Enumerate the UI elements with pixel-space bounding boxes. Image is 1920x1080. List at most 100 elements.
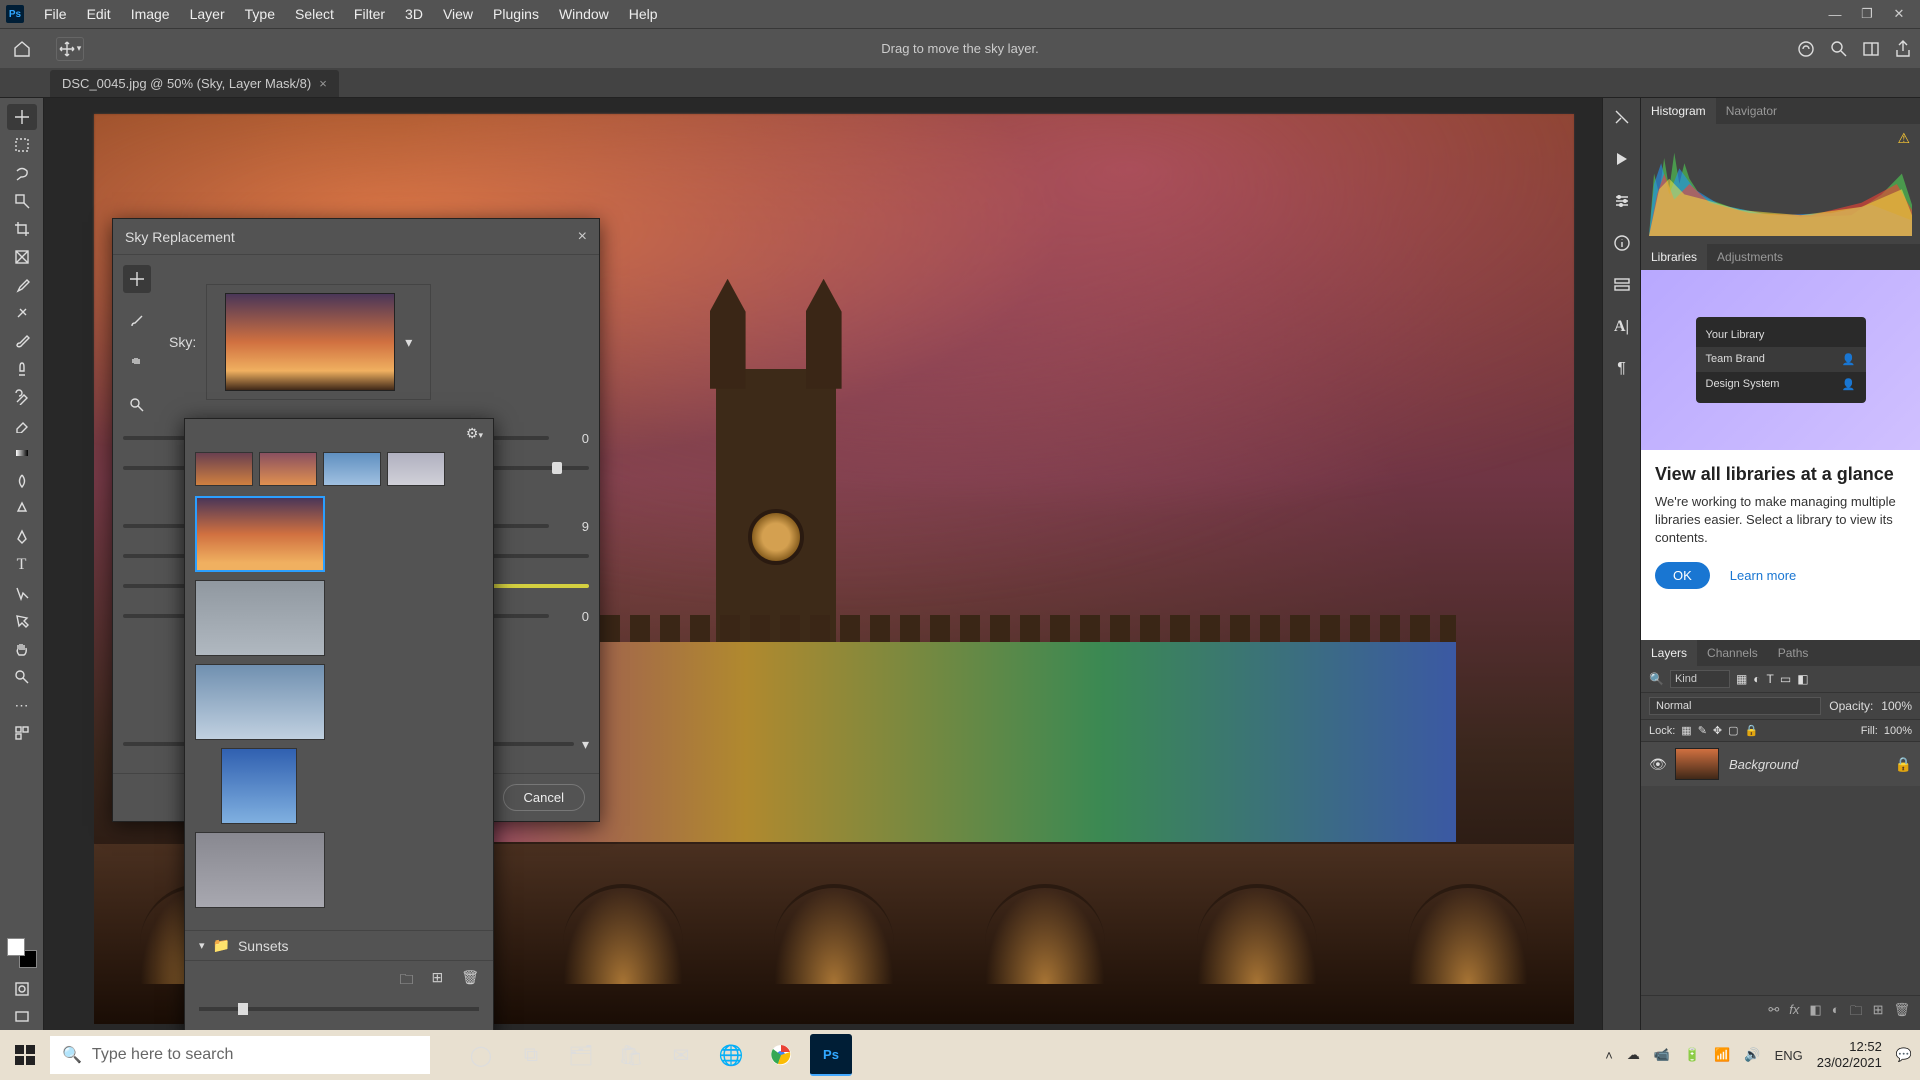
sky-thumb[interactable] [195, 452, 253, 486]
delete-sky-icon[interactable]: 🗑 [461, 969, 479, 993]
dodge-tool[interactable] [7, 496, 37, 522]
lock-icon[interactable]: 🔒 [1895, 756, 1912, 773]
paragraph-panel-icon[interactable]: ¶ [1617, 360, 1626, 378]
filter-smart-icon[interactable]: ◧ [1797, 672, 1808, 686]
filter-adjust-icon[interactable]: ◐ [1753, 672, 1760, 686]
menu-filter[interactable]: Filter [344, 6, 395, 22]
gear-icon[interactable]: ⚙▾ [466, 425, 483, 442]
sky-option[interactable] [221, 748, 297, 824]
eyedropper-tool[interactable] [7, 272, 37, 298]
filter-pixel-icon[interactable]: ▦ [1736, 672, 1747, 686]
tray-chevron-icon[interactable]: ˄ [1605, 1048, 1613, 1063]
cortana-icon[interactable]: ◯ [460, 1034, 502, 1076]
adjustments-icon[interactable] [1613, 192, 1631, 210]
menu-window[interactable]: Window [549, 6, 619, 22]
filter-shape-icon[interactable]: ▭ [1780, 672, 1791, 686]
current-tool-icon[interactable]: ▾ [56, 37, 84, 61]
tab-close[interactable]: × [319, 76, 327, 91]
tab-adjustments[interactable]: Adjustments [1707, 244, 1793, 270]
character-panel-icon[interactable]: A| [1614, 318, 1629, 336]
mail-icon[interactable]: ✉ [660, 1034, 702, 1076]
search-icon[interactable] [1830, 40, 1848, 58]
workspace-icon[interactable] [1862, 40, 1880, 58]
gradient-tool[interactable] [7, 440, 37, 466]
zoom-tool[interactable] [7, 664, 37, 690]
path-tool[interactable] [7, 580, 37, 606]
direct-select-tool[interactable] [7, 608, 37, 634]
store-icon[interactable]: 🛍 [610, 1034, 652, 1076]
edge-icon[interactable]: 🌐 [710, 1034, 752, 1076]
sky-zoom-tool[interactable] [123, 391, 151, 419]
eraser-tool[interactable] [7, 412, 37, 438]
battery-icon[interactable]: 🔋 [1684, 1047, 1700, 1063]
sky-option-selected[interactable] [195, 496, 325, 572]
fx-icon[interactable]: fx [1789, 1002, 1799, 1024]
canvas[interactable]: Sky Replacement × Sky: ▾ [44, 98, 1602, 1030]
healing-tool[interactable] [7, 300, 37, 326]
brush-tool[interactable] [7, 328, 37, 354]
tab-channels[interactable]: Channels [1697, 640, 1768, 666]
history-brush-tool[interactable] [7, 384, 37, 410]
add-sky-icon[interactable]: ⊞ [431, 969, 443, 993]
move-tool[interactable] [7, 104, 37, 130]
learn-more-link[interactable]: Learn more [1730, 568, 1796, 583]
sky-move-tool[interactable] [123, 265, 151, 293]
menu-image[interactable]: Image [121, 6, 180, 22]
notifications-icon[interactable]: 💬 [1896, 1047, 1912, 1063]
tab-paths[interactable]: Paths [1768, 640, 1819, 666]
volume-icon[interactable]: 🔊 [1744, 1047, 1760, 1063]
taskbar-clock[interactable]: 12:52 23/02/2021 [1817, 1039, 1882, 1070]
chrome-icon[interactable] [760, 1034, 802, 1076]
warning-icon[interactable]: ⚠ [1897, 130, 1910, 147]
menu-file[interactable]: File [34, 6, 77, 22]
lock-transparent-icon[interactable]: ▦ [1681, 724, 1691, 737]
blur-tool[interactable] [7, 468, 37, 494]
visibility-icon[interactable]: 👁 [1649, 756, 1665, 773]
group-icon[interactable]: 🗀 [1850, 1002, 1863, 1024]
menu-layer[interactable]: Layer [180, 6, 235, 22]
window-minimize[interactable]: — [1820, 4, 1850, 24]
layer-filter-kind[interactable] [1670, 670, 1730, 688]
cloud-sync-icon[interactable] [1796, 39, 1816, 59]
sky-option[interactable] [195, 580, 325, 656]
layer-background[interactable]: 👁 Background 🔒 [1641, 742, 1920, 786]
hand-tool[interactable] [7, 636, 37, 662]
mask-icon[interactable]: ◧ [1809, 1002, 1821, 1024]
tab-navigator[interactable]: Navigator [1716, 98, 1787, 124]
window-close[interactable]: ✕ [1884, 4, 1914, 24]
sky-hand-tool[interactable] [123, 349, 151, 377]
start-button[interactable] [0, 1030, 50, 1080]
crop-tool[interactable] [7, 216, 37, 242]
fill-value[interactable]: 100% [1884, 725, 1912, 737]
sky-option[interactable] [195, 664, 325, 740]
home-button[interactable] [8, 35, 36, 63]
sky-thumb[interactable] [387, 452, 445, 486]
adjustment-layer-icon[interactable]: ◐ [1832, 1002, 1840, 1024]
link-layers-icon[interactable]: ⚯ [1768, 1002, 1779, 1024]
menu-plugins[interactable]: Plugins [483, 6, 549, 22]
lock-all-icon[interactable]: 🔒 [1745, 724, 1759, 737]
new-folder-icon[interactable]: 🗀 [399, 969, 413, 993]
window-restore[interactable]: ❐ [1852, 4, 1882, 24]
type-tool[interactable]: T [7, 552, 37, 578]
new-layer-icon[interactable]: ⊞ [1873, 1002, 1884, 1024]
lock-position-icon[interactable]: ✥ [1713, 724, 1722, 737]
marquee-tool[interactable] [7, 132, 37, 158]
language-indicator[interactable]: ENG [1775, 1048, 1803, 1063]
menu-type[interactable]: Type [235, 6, 285, 22]
tab-libraries[interactable]: Libraries [1641, 244, 1707, 270]
pen-tool[interactable] [7, 524, 37, 550]
blend-mode-select[interactable]: Normal [1649, 697, 1821, 715]
sky-thumb[interactable] [323, 452, 381, 486]
menu-3d[interactable]: 3D [395, 6, 433, 22]
menu-help[interactable]: Help [619, 6, 668, 22]
play-icon[interactable] [1613, 150, 1631, 168]
delete-layer-icon[interactable]: 🗑 [1893, 1002, 1910, 1024]
filter-type-icon[interactable]: T [1767, 672, 1774, 686]
wifi-icon[interactable]: 📶 [1714, 1047, 1730, 1063]
document-tab[interactable]: DSC_0045.jpg @ 50% (Sky, Layer Mask/8) × [50, 70, 339, 97]
dialog-close[interactable]: × [578, 228, 587, 246]
explorer-icon[interactable]: 🗂 [560, 1034, 602, 1076]
sky-thumb[interactable] [259, 452, 317, 486]
menu-edit[interactable]: Edit [77, 6, 121, 22]
